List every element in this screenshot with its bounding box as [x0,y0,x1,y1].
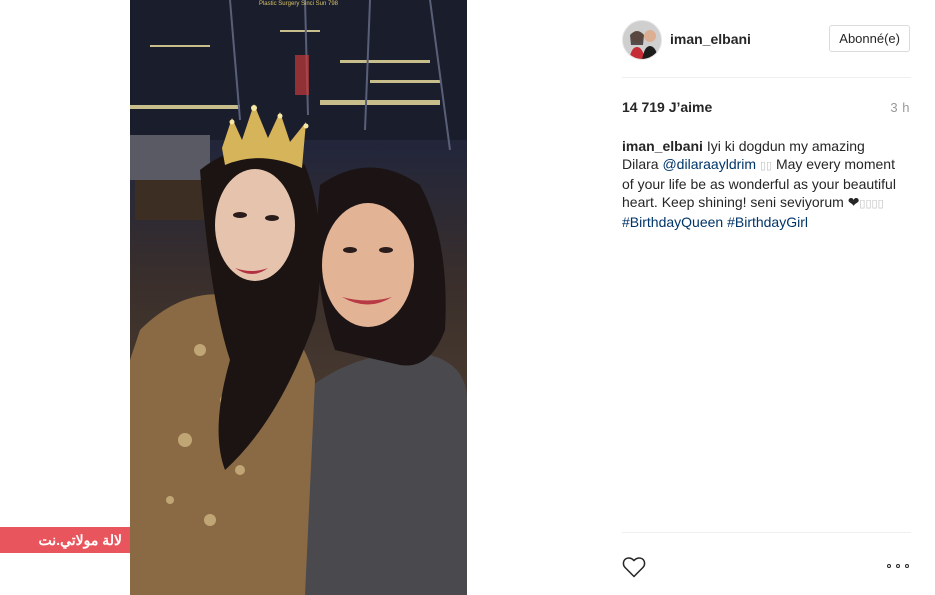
post-details-panel: iman_elbani Abonné(e) 14 719 J’aime 3 h … [467,0,935,595]
follow-button[interactable]: Abonné(e) [829,25,910,52]
avatar-image [623,21,661,59]
hashtag-birthdaygirl[interactable]: #BirthdayGirl [727,214,808,230]
like-button[interactable] [622,556,646,578]
caption-username[interactable]: iman_elbani [622,138,703,154]
likes-count[interactable]: 14 719 J’aime [622,99,712,115]
photo-overlay-text: Plastic Surgery Sinci Sun 798 [258,1,339,7]
username-link[interactable]: iman_elbani [670,31,751,47]
site-watermark: لالة مولاتي.نت [0,527,130,553]
hashtag-birthdayqueen[interactable]: #BirthdayQueen [622,214,723,230]
ellipsis-icon [887,564,891,568]
emoji-placeholder-2: ▯▯▯▯ [859,198,884,210]
post-photo[interactable]: Plastic Surgery Sinci Sun 798 [130,0,467,595]
heart-outline-icon [622,557,646,578]
actions-divider [622,532,911,533]
mention-link[interactable]: @dilaraayldrim [662,156,756,172]
emoji-placeholder: ▯▯ [759,160,773,172]
post-time[interactable]: 3 h [890,100,910,115]
ellipsis-dot [905,564,909,568]
more-options-button[interactable] [885,558,913,574]
photo-scene [130,0,467,595]
post-header: iman_elbani Abonné(e) [622,20,912,60]
ellipsis-dot [896,564,900,568]
post-caption: iman_elbani Iyi ki dogdun my amazing Dil… [622,137,897,231]
avatar[interactable] [622,20,662,60]
heart-emoji: ❤ [847,194,860,210]
header-divider [622,77,911,78]
